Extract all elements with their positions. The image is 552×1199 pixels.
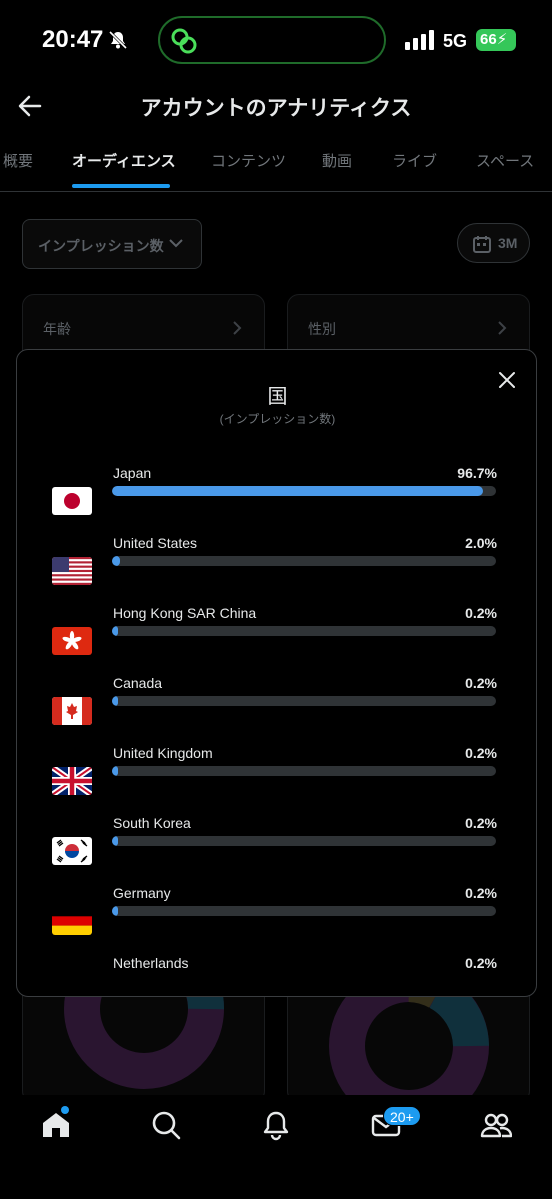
canada-flag-icon — [52, 697, 92, 725]
country-row: Canada 0.2% — [17, 675, 536, 745]
country-percent: 0.2% — [465, 745, 497, 761]
germany-flag-icon — [52, 907, 92, 935]
percent-bar — [112, 906, 496, 916]
search-icon[interactable] — [150, 1109, 182, 1141]
modal-title: 国 — [267, 386, 288, 408]
country-name: Germany — [113, 885, 171, 901]
percent-bar-fill — [112, 766, 118, 776]
percent-bar — [112, 696, 496, 706]
bell-muted-icon — [108, 30, 128, 50]
percent-bar-fill — [112, 906, 118, 916]
country-row: Japan 96.7% — [17, 465, 536, 535]
tab-bar: 概要 オーディエンス コンテンツ 動画 ライブ スペース — [0, 140, 552, 192]
battery-indicator: 66⚡ — [476, 29, 516, 51]
country-name: United States — [113, 535, 198, 551]
country-row: United States 2.0% — [17, 535, 536, 605]
home-icon[interactable] — [40, 1109, 72, 1141]
percent-bar-fill — [112, 556, 120, 566]
messages-badge: 20+ — [383, 1106, 421, 1126]
country-name: Canada — [113, 675, 163, 691]
notifications-bell-icon[interactable] — [260, 1109, 292, 1141]
hong-kong-flag-icon — [52, 627, 92, 655]
communities-icon[interactable] — [480, 1109, 512, 1141]
country-percent: 96.7% — [457, 465, 497, 481]
tab-overview[interactable]: 概要 — [3, 150, 33, 171]
active-tab-indicator — [72, 184, 170, 188]
country-row: Hong Kong SAR China 0.2% — [17, 605, 536, 675]
country-percent: 2.0% — [465, 535, 497, 551]
status-time: 20:47 — [42, 26, 104, 53]
tab-content[interactable]: コンテンツ — [211, 150, 286, 171]
percent-bar-fill — [112, 836, 118, 846]
percent-bar — [112, 626, 496, 636]
country-percent: 0.2% — [465, 885, 497, 901]
us-flag-icon — [52, 557, 92, 585]
status-bar: 20:47 5G 66⚡ — [0, 0, 552, 80]
metric-dropdown-label: インプレッション数 — [38, 238, 164, 254]
uk-flag-icon — [52, 767, 92, 795]
country-percent: 0.2% — [465, 605, 497, 621]
age-card-title: 年齢 — [43, 321, 71, 337]
country-row: United Kingdom 0.2% — [17, 745, 536, 815]
metric-dropdown[interactable]: インプレッション数 — [22, 219, 202, 269]
percent-bar-fill — [112, 696, 118, 706]
country-row: Netherlands 0.2% — [17, 955, 536, 996]
country-percent: 0.2% — [465, 955, 497, 971]
tab-audience[interactable]: オーディエンス — [72, 150, 176, 171]
country-name: Japan — [113, 465, 152, 481]
calendar-icon — [473, 236, 491, 253]
chevron-right-icon — [498, 321, 507, 335]
country-row: South Korea 0.2% — [17, 815, 536, 885]
page-title: アカウントのアナリティクス — [140, 97, 412, 120]
chevron-down-icon — [169, 239, 183, 248]
tab-video[interactable]: 動画 — [322, 150, 352, 171]
bottom-nav: 20+ — [0, 1095, 552, 1199]
south-korea-flag-icon — [52, 837, 92, 865]
percent-bar — [112, 766, 496, 776]
country-name: South Korea — [113, 815, 191, 831]
battery-level: 66 — [480, 31, 497, 48]
percent-bar — [112, 556, 496, 566]
tab-spaces[interactable]: スペース — [476, 150, 534, 171]
tab-live[interactable]: ライブ — [392, 150, 437, 171]
japan-flag-icon — [52, 487, 92, 515]
country-row: Germany 0.2% — [17, 885, 536, 955]
percent-bar-fill — [112, 626, 118, 636]
country-percent: 0.2% — [465, 815, 497, 831]
gender-card-title: 性別 — [308, 321, 336, 337]
percent-bar — [112, 486, 496, 496]
charging-bolt-icon: ⚡ — [496, 31, 508, 48]
chevron-right-icon — [233, 321, 242, 335]
notification-dot — [61, 1106, 69, 1114]
country-modal: 国 (インプレッション数) Japan 96.7% United States … — [16, 349, 537, 997]
percent-bar-fill — [112, 486, 484, 496]
country-name: Netherlands — [113, 955, 189, 971]
cellular-signal-icon — [405, 30, 434, 50]
percent-bar — [112, 836, 496, 846]
date-range-label: 3M — [498, 235, 518, 251]
modal-subtitle: (インプレッション数) — [219, 412, 336, 426]
country-name: United Kingdom — [113, 745, 213, 761]
date-range-button[interactable]: 3M — [457, 223, 530, 263]
country-percent: 0.2% — [465, 675, 497, 691]
link-chain-icon — [171, 28, 197, 54]
dynamic-island[interactable] — [158, 16, 386, 64]
country-name: Hong Kong SAR China — [113, 605, 257, 621]
network-type: 5G — [443, 31, 468, 51]
